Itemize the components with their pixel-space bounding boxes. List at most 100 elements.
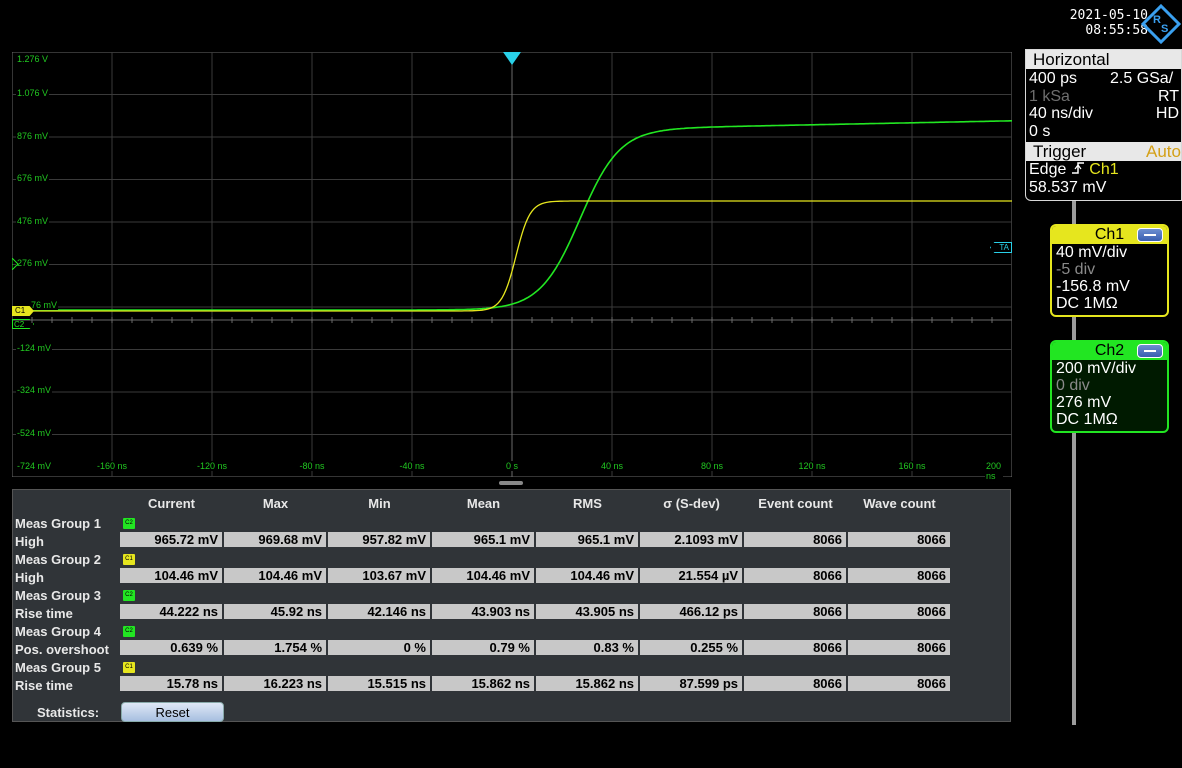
x-axis-label: 200 ns (985, 461, 1003, 481)
x-axis-label: 160 ns (897, 461, 927, 471)
measurement-value-cell: 969.68 mV (224, 532, 326, 547)
measurement-value-cell: 104.46 mV (224, 568, 326, 583)
column-header: Current (148, 496, 195, 511)
y-axis-label: 476 mV (16, 216, 50, 226)
measurement-value-cell: 43.903 ns (432, 604, 534, 619)
trigger-position-icon[interactable] (503, 52, 521, 66)
measurement-value-cell: 0.639 % (120, 640, 222, 655)
measurement-value-cell: 8066 (744, 568, 846, 583)
measurement-value-cell: 15.862 ns (536, 676, 638, 691)
waveform-display[interactable]: 1.276 V 1.076 V 876 mV 676 mV 476 mV 276 mV 76… (12, 52, 1012, 481)
measurement-type-label[interactable]: Pos. overshoot (15, 642, 109, 657)
y-axis-label: -524 mV (16, 428, 53, 438)
channel-badge-icon: C2 (123, 518, 135, 529)
reset-button[interactable]: Reset (121, 702, 224, 722)
measurement-results-panel: Current Max Min Mean RMS σ (S-dev) Event count… (12, 489, 1011, 722)
horizontal-resolution: 400 ps (1029, 70, 1078, 87)
measurement-value-cell: 0.83 % (536, 640, 638, 655)
measurement-value-cell: 104.46 mV (536, 568, 638, 583)
measurement-value-cell: 0 % (328, 640, 430, 655)
measurement-value-cell: 8066 (744, 604, 846, 619)
channel-badge-icon: C2 (123, 590, 135, 601)
ch1-coupling: DC 1MΩ (1056, 295, 1118, 312)
measurement-value-cell: 87.599 ps (640, 676, 742, 691)
x-axis-label: 0 s (504, 461, 520, 471)
ch2-panel[interactable]: Ch2 200 mV/div 0 div 276 mV DC 1MΩ (1050, 340, 1169, 433)
statistics-label: Statistics: (37, 705, 100, 720)
measurement-value-cell: 8066 (744, 640, 846, 655)
measurement-value-cell: 1.754 % (224, 640, 326, 655)
date-text: 2021-05-10 (1069, 8, 1148, 23)
ch1-scale: 40 mV/div (1056, 244, 1128, 261)
trigger-type: Edge Ch1 (1029, 161, 1119, 178)
ch2-offset: 276 mV (1056, 394, 1112, 411)
channel-badge-icon: C1 (123, 662, 135, 673)
measurement-value-cell: 8066 (848, 604, 950, 619)
measurement-value-cell: 8066 (744, 532, 846, 547)
y-axis-label: 1.076 V (16, 88, 50, 98)
meas-group-label[interactable]: Meas Group 4 (15, 624, 101, 639)
trigger-source: Ch1 (1089, 161, 1119, 178)
horizontal-record-length: 1 kSa (1029, 88, 1070, 105)
measurement-type-label[interactable]: Rise time (15, 678, 73, 693)
x-axis-label: -160 ns (95, 461, 129, 471)
meas-group-label[interactable]: Meas Group 3 (15, 588, 101, 603)
rs-logo-icon: R S (1140, 3, 1182, 45)
channel-badge-icon: C1 (123, 554, 135, 565)
acquisition-mode: RT (1157, 88, 1179, 105)
measurement-value-cell: 44.222 ns (120, 604, 222, 619)
measurement-value-cell: 15.862 ns (432, 676, 534, 691)
y-axis-label: -124 mV (16, 343, 53, 353)
horizontal-title[interactable]: Horizontal (1026, 50, 1181, 69)
ch2-coupling: DC 1MΩ (1056, 411, 1118, 428)
hd-mode: HD (1155, 105, 1179, 122)
measurement-value-cell: 15.78 ns (120, 676, 222, 691)
ch1-title[interactable]: Ch1 (1052, 226, 1167, 244)
svg-text:S: S (1161, 23, 1168, 35)
meas-group-label[interactable]: Meas Group 1 (15, 516, 101, 531)
horizontal-trigger-panel[interactable]: Horizontal 400 ps 2.5 GSa/ 1 kSa RT 40 n… (1025, 49, 1182, 201)
trigger-title[interactable]: Trigger Auto (1026, 142, 1181, 161)
y-axis-label: 1.276 V (16, 54, 50, 64)
ch2-title[interactable]: Ch2 (1052, 342, 1167, 360)
ch1-minimize-button[interactable] (1137, 228, 1163, 242)
y-axis-label: 276 mV (16, 258, 50, 268)
ch1-panel[interactable]: Ch1 40 mV/div -5 div -156.8 mV DC 1MΩ (1050, 224, 1169, 317)
measurement-type-label[interactable]: High (15, 570, 44, 585)
x-axis-label: -80 ns (298, 461, 326, 471)
channel-badge-icon: C2 (123, 626, 135, 637)
x-axis-label: -40 ns (398, 461, 426, 471)
y-axis-label: 876 mV (16, 131, 50, 141)
measurement-value-cell: 8066 (848, 640, 950, 655)
ch2-offset-marker[interactable]: C2 (12, 319, 34, 329)
column-header: Wave count (863, 496, 936, 511)
measurement-value-cell: 21.554 µV (640, 568, 742, 583)
measurement-value-cell: 2.1093 mV (640, 532, 742, 547)
trigger-level: 58.537 mV (1029, 179, 1107, 196)
measurement-value-cell: 466.12 ps (640, 604, 742, 619)
rising-edge-icon (1071, 162, 1084, 174)
measurement-value-cell: 0.79 % (432, 640, 534, 655)
measurement-value-cell: 43.905 ns (536, 604, 638, 619)
column-header: RMS (573, 496, 602, 511)
trigger-level-marker[interactable]: TA (990, 242, 1012, 253)
measurement-value-cell: 42.146 ns (328, 604, 430, 619)
meas-group-label[interactable]: Meas Group 2 (15, 552, 101, 567)
ch2-minimize-button[interactable] (1137, 344, 1163, 358)
panel-splitter-handle[interactable] (499, 481, 523, 485)
ch1-offset-div: -5 div (1056, 261, 1096, 278)
measurement-value-cell: 45.92 ns (224, 604, 326, 619)
measurement-value-cell: 0.255 % (640, 640, 742, 655)
horizontal-sample-rate: 2.5 GSa/ (1110, 70, 1174, 87)
meas-group-label[interactable]: Meas Group 5 (15, 660, 101, 675)
y-axis-label: 76 mV (30, 300, 59, 310)
measurement-type-label[interactable]: Rise time (15, 606, 73, 621)
datetime-display: 2021-05-10 08:55:58 (1038, 8, 1148, 38)
ch1-offset-marker[interactable]: C1 (12, 306, 34, 316)
x-axis-label: 120 ns (797, 461, 827, 471)
measurement-value-cell: 957.82 mV (328, 532, 430, 547)
measurement-type-label[interactable]: High (15, 534, 44, 549)
measurement-value-cell: 8066 (744, 676, 846, 691)
x-axis-label: -120 ns (195, 461, 229, 471)
measurement-value-cell: 104.46 mV (432, 568, 534, 583)
